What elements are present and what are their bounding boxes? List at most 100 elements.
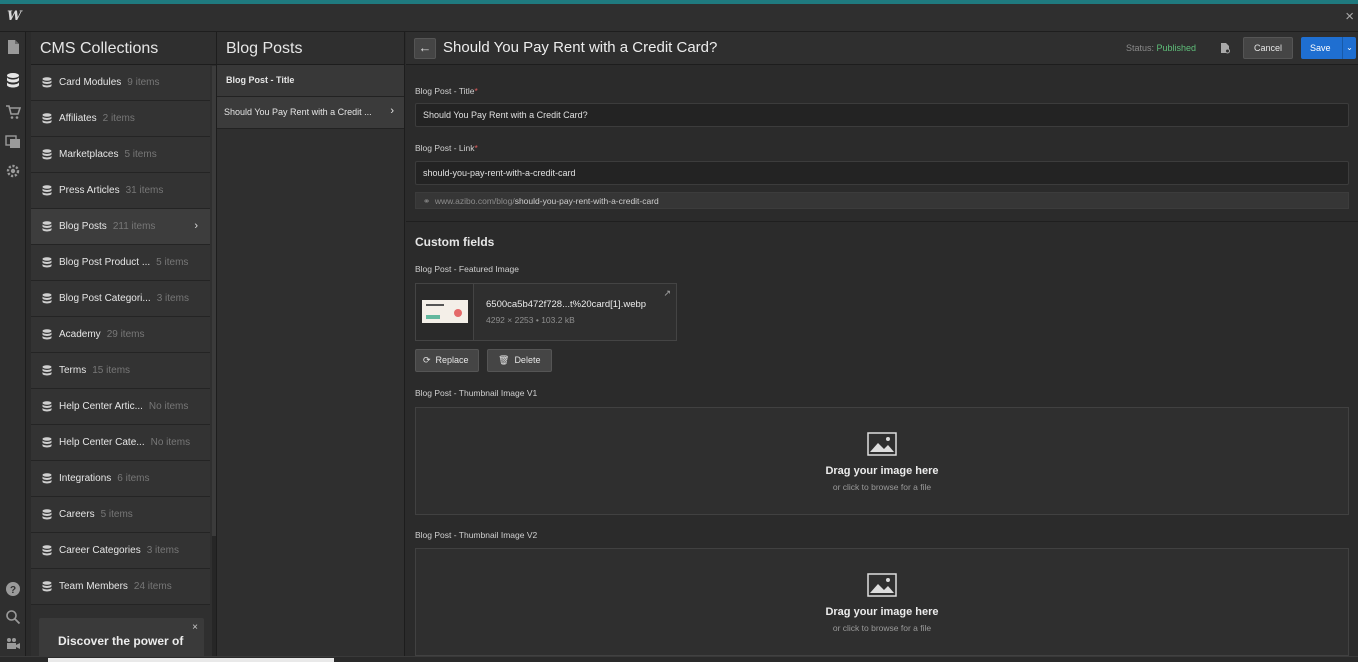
save-label: Save (1310, 43, 1331, 53)
cms-collections-title: CMS Collections (31, 32, 216, 65)
editor-header: ← Should You Pay Rent with a Credit Card… (406, 32, 1358, 65)
replace-button[interactable]: ⟳ Replace (415, 349, 479, 372)
collection-item[interactable]: Help Center Cate... No items (31, 425, 210, 461)
save-button[interactable]: Save ⌄ (1301, 37, 1356, 59)
url-slug: should-you-pay-rent-with-a-credit-card (514, 196, 659, 206)
pages-icon[interactable] (5, 39, 21, 55)
collection-name: Academy (59, 329, 101, 340)
database-icon (42, 329, 52, 340)
collection-count: 5 items (156, 257, 189, 268)
delete-button[interactable]: 🗑 Delete (487, 349, 552, 372)
thumbnail-v2-label: Blog Post - Thumbnail Image V2 (415, 530, 538, 540)
post-list-item[interactable]: Should You Pay Rent with a Credit ... › (217, 97, 404, 129)
cms-collections-panel: CMS Collections Card Modules 9 items Affil… (31, 32, 217, 662)
trash-icon: 🗑 (498, 355, 510, 365)
collection-item[interactable]: Card Modules 9 items (31, 65, 210, 101)
featured-image-meta: 4292 × 2253 • 103.2 kB (486, 315, 575, 325)
collection-item[interactable]: Integrations 6 items (31, 461, 210, 497)
ecommerce-icon[interactable] (5, 104, 22, 120)
database-icon (42, 401, 52, 412)
dropzone-title: Drag your image here (825, 606, 939, 618)
custom-fields-title: Custom fields (415, 235, 495, 249)
settings-icon[interactable] (5, 163, 21, 179)
database-icon (42, 365, 52, 376)
collections-scrollbar[interactable] (212, 66, 216, 536)
collection-count: 3 items (146, 545, 179, 556)
collection-count: 211 items (112, 221, 156, 232)
video-icon[interactable] (5, 635, 21, 651)
collection-item[interactable]: Help Center Artic... No items (31, 389, 210, 425)
collection-item[interactable]: Career Categories 3 items (31, 533, 210, 569)
assets-icon[interactable] (5, 133, 21, 149)
thumbnail-v2-dropzone[interactable]: Drag your image here or click to browse … (415, 548, 1349, 656)
posts-column-header[interactable]: Blog Post - Title (217, 65, 404, 97)
dropzone-subtitle: or click to browse for a file (832, 482, 932, 492)
collection-name: Blog Post Categori... (59, 293, 151, 304)
collection-name: Career Categories (59, 545, 141, 556)
bottom-strip (0, 656, 1358, 662)
webflow-logo: W (7, 9, 22, 24)
database-icon (42, 113, 52, 124)
collection-count: 24 items (133, 581, 172, 592)
collection-item[interactable]: Terms 15 items (31, 353, 210, 389)
collection-item[interactable]: Academy 29 items (31, 317, 210, 353)
collection-item[interactable]: Affiliates 2 items (31, 101, 210, 137)
thumbnail-v1-dropzone[interactable]: Drag your image here or click to browse … (415, 407, 1349, 515)
collection-name: Blog Post Product ... (59, 257, 151, 268)
page-settings-icon[interactable] (1219, 42, 1231, 54)
collection-name: Card Modules (59, 77, 122, 88)
database-icon (42, 257, 52, 268)
collection-count: 5 items (124, 149, 157, 160)
search-icon[interactable] (5, 609, 21, 625)
promo-close-icon[interactable]: × (192, 622, 198, 633)
cancel-button[interactable]: Cancel (1243, 37, 1293, 59)
collection-name: Help Center Cate... (59, 437, 145, 448)
database-icon (42, 473, 52, 484)
collection-name: Integrations (59, 473, 112, 484)
collection-count: 3 items (156, 293, 189, 304)
status-indicator: Status: Published (1126, 43, 1196, 53)
image-icon (867, 573, 897, 597)
collection-count: 9 items (127, 77, 160, 88)
title-input[interactable]: Should You Pay Rent with a Credit Card? (415, 103, 1349, 127)
external-link-icon[interactable]: ↗ (663, 288, 671, 299)
collection-item[interactable]: Blog Post Product ... 5 items (31, 245, 210, 281)
thumbnail-v1-label: Blog Post - Thumbnail Image V1 (415, 388, 538, 398)
collections-scrollbar-thumb[interactable] (212, 536, 216, 662)
database-icon (42, 437, 52, 448)
database-icon (42, 149, 52, 160)
status-label: Status: (1126, 43, 1155, 53)
cms-icon[interactable] (5, 72, 21, 88)
collection-count: 15 items (92, 365, 131, 376)
collection-count: No items (148, 401, 189, 412)
close-icon[interactable]: × (1345, 8, 1354, 25)
dropzone-subtitle: or click to browse for a file (832, 623, 932, 633)
dropzone-title: Drag your image here (825, 465, 939, 477)
collection-count: 6 items (117, 473, 150, 484)
chevron-right-icon: › (390, 105, 394, 117)
collection-item[interactable]: Marketplaces 5 items (31, 137, 210, 173)
database-icon (42, 77, 52, 88)
help-icon[interactable]: ? (5, 581, 21, 597)
collection-count: 5 items (100, 509, 133, 520)
database-icon (42, 293, 52, 304)
back-button[interactable]: ← (414, 38, 436, 59)
chevron-down-icon[interactable]: ⌄ (1342, 37, 1356, 59)
collection-count: No items (150, 437, 191, 448)
link-input[interactable]: should-you-pay-rent-with-a-credit-card (415, 161, 1349, 185)
collection-item[interactable]: Blog Posts 211 items › (31, 209, 210, 245)
collection-item[interactable]: Blog Post Categori... 3 items (31, 281, 210, 317)
featured-image-card[interactable]: 6500ca5b472f728...t%20card[1].webp 4292 … (415, 283, 677, 341)
url-preview: ⚭ www.azibo.com/blog/should-you-pay-rent… (415, 192, 1349, 209)
title-field-label: Blog Post - Title* (415, 86, 478, 96)
database-icon (42, 509, 52, 520)
section-divider (406, 221, 1358, 222)
collection-item[interactable]: Careers 5 items (31, 497, 210, 533)
url-prefix: www.azibo.com/blog/ (434, 196, 515, 206)
collection-name: Marketplaces (59, 149, 119, 160)
link-icon: ⚭ (423, 196, 431, 206)
collection-list: Card Modules 9 items Affiliates 2 items Mark… (31, 65, 216, 605)
collection-item[interactable]: Team Members 24 items (31, 569, 210, 605)
collection-item[interactable]: Press Articles 31 items (31, 173, 210, 209)
blog-posts-title: Blog Posts (217, 32, 404, 65)
